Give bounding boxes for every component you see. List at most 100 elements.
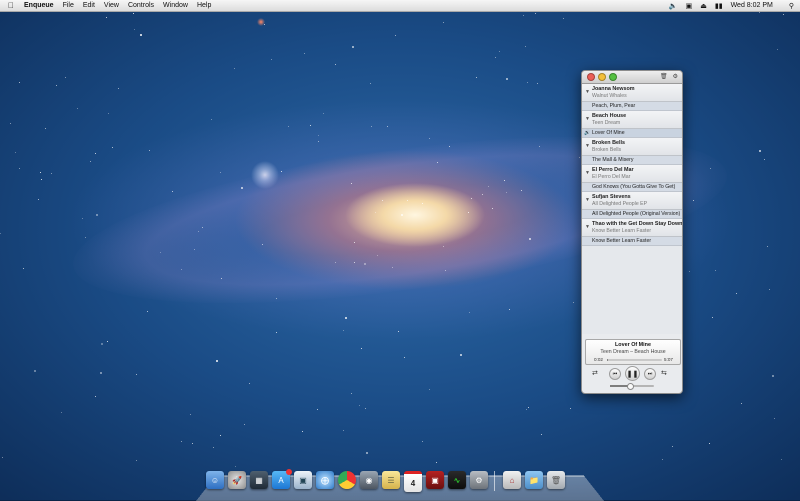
- star: [359, 405, 360, 406]
- notes-icon[interactable]: ☰: [382, 471, 400, 489]
- menu-edit[interactable]: Edit: [83, 2, 95, 9]
- star: [361, 348, 362, 349]
- airplay-status-icon[interactable]: ▣: [686, 2, 693, 10]
- repeat-icon[interactable]: ⇄: [592, 369, 598, 377]
- disclosure-triangle-icon[interactable]: ▼: [585, 116, 590, 122]
- star: [401, 214, 403, 216]
- app-menu[interactable]: Enqueue: [24, 2, 54, 9]
- star: [281, 171, 282, 172]
- track-row[interactable]: Peach, Plum, Pear: [582, 102, 682, 111]
- menu-view[interactable]: View: [104, 2, 119, 9]
- finder-icon[interactable]: ☺: [206, 471, 224, 489]
- track-row[interactable]: God Knows (You Gotta Give To Get): [582, 183, 682, 192]
- photo-booth-icon[interactable]: ▣: [426, 471, 444, 489]
- system-preferences-icon[interactable]: ⚙: [470, 471, 488, 489]
- progress-bar[interactable]: [607, 359, 662, 361]
- star: [45, 128, 46, 129]
- mission-control-icon[interactable]: ▦: [250, 471, 268, 489]
- gear-icon[interactable]: ⚙: [673, 73, 678, 80]
- star: [492, 208, 493, 209]
- star: [112, 147, 113, 148]
- star: [422, 203, 423, 204]
- pause-button[interactable]: ❚❚: [625, 366, 640, 381]
- album-header[interactable]: ▼ Beach House Teen Dream: [582, 111, 682, 129]
- previous-button[interactable]: ⏮: [609, 368, 621, 380]
- album-header[interactable]: ▼ Broken Bells Broken Bells: [582, 138, 682, 156]
- track-row[interactable]: All Delighted People (Original Version): [582, 210, 682, 219]
- star: [539, 146, 540, 147]
- shuffle-icon[interactable]: ⇆: [661, 369, 667, 377]
- track-row[interactable]: Know Better Learn Faster: [582, 237, 682, 246]
- star: [276, 332, 277, 333]
- star: [190, 414, 191, 415]
- album-artist: El Perro Del Mar: [592, 167, 634, 173]
- disclosure-triangle-icon[interactable]: ▼: [585, 143, 590, 149]
- disclosure-triangle-icon[interactable]: ▼: [585, 224, 590, 230]
- speaker-icon: 🔊: [584, 130, 591, 136]
- track-row-playing[interactable]: 🔊 Lover Of Mine: [582, 129, 682, 138]
- volume-knob[interactable]: [626, 383, 634, 390]
- star: [244, 424, 245, 425]
- spotlight-icon[interactable]: ⚲: [789, 2, 794, 10]
- star: [689, 271, 690, 272]
- menu-window[interactable]: Window: [163, 2, 188, 9]
- star: [318, 141, 319, 142]
- star: [77, 108, 78, 109]
- battery-status-icon[interactable]: ▮▮: [715, 2, 723, 10]
- star: [537, 83, 538, 84]
- volume-slider[interactable]: [610, 383, 654, 390]
- activity-monitor-icon[interactable]: ∿: [448, 471, 466, 489]
- volume-status-icon[interactable]: 🔈: [669, 2, 678, 10]
- trash-icon[interactable]: 🗑: [660, 73, 668, 80]
- album-title: Teen Dream: [592, 120, 621, 126]
- star: [759, 150, 761, 152]
- star: [354, 262, 355, 263]
- star: [541, 434, 542, 435]
- star: [352, 46, 354, 48]
- preview-icon[interactable]: ▣: [294, 471, 312, 489]
- trash-icon[interactable]: 🗑: [547, 471, 565, 489]
- menu-controls[interactable]: Controls: [128, 2, 154, 9]
- disclosure-triangle-icon[interactable]: ▼: [585, 197, 590, 203]
- star: [343, 330, 344, 331]
- star: [85, 237, 86, 238]
- star: [136, 374, 137, 375]
- eject-status-icon[interactable]: ⏏: [700, 2, 707, 10]
- now-playing-panel: Lover Of Mine Teen Dream – Beach House 0…: [585, 339, 681, 365]
- next-button[interactable]: ⏭: [644, 368, 656, 380]
- star: [107, 341, 108, 342]
- close-button[interactable]: [587, 73, 595, 81]
- minimize-button[interactable]: [598, 73, 606, 81]
- track-row[interactable]: The Mall & Misery: [582, 156, 682, 165]
- disclosure-triangle-icon[interactable]: ▼: [585, 89, 590, 95]
- album-title: Know Better Learn Faster: [592, 228, 652, 234]
- menu-help[interactable]: Help: [197, 2, 211, 9]
- notification-badge: [286, 469, 292, 475]
- home-folder-icon[interactable]: ⌂: [503, 471, 521, 489]
- star: [579, 157, 580, 158]
- apple-menu-icon[interactable]: : [8, 1, 18, 10]
- album-header[interactable]: ▼ Sufjan Stevens All Delighted People EP: [582, 192, 682, 210]
- star: [61, 412, 62, 413]
- calendar-icon[interactable]: 4: [404, 471, 422, 492]
- star: [672, 446, 673, 447]
- star: [149, 150, 150, 151]
- star: [147, 311, 148, 312]
- menu-file[interactable]: File: [63, 2, 74, 9]
- documents-folder-icon[interactable]: 📁: [525, 471, 543, 489]
- launchpad-icon[interactable]: 🚀: [228, 471, 246, 489]
- window-titlebar[interactable]: 🗑 ⚙: [582, 71, 682, 84]
- star: [499, 51, 500, 52]
- zoom-button[interactable]: [609, 73, 617, 81]
- star: [106, 17, 107, 18]
- menu-clock[interactable]: Wed 8:02 PM: [731, 2, 773, 9]
- chrome-icon[interactable]: [338, 471, 356, 489]
- album-header[interactable]: ▼ Joanna Newsom Walnut Whales: [582, 84, 682, 102]
- album-header[interactable]: ▼ El Perro Del Mar El Perro Del Mar: [582, 165, 682, 183]
- album-header[interactable]: ▼ Thao with the Get Down Stay Down Know …: [582, 219, 682, 237]
- disclosure-triangle-icon[interactable]: ▼: [585, 170, 590, 176]
- safari-icon[interactable]: ⨁: [316, 471, 334, 489]
- app-store-icon[interactable]: A: [272, 469, 292, 489]
- facetime-icon[interactable]: ◉: [360, 471, 378, 489]
- star: [509, 309, 510, 310]
